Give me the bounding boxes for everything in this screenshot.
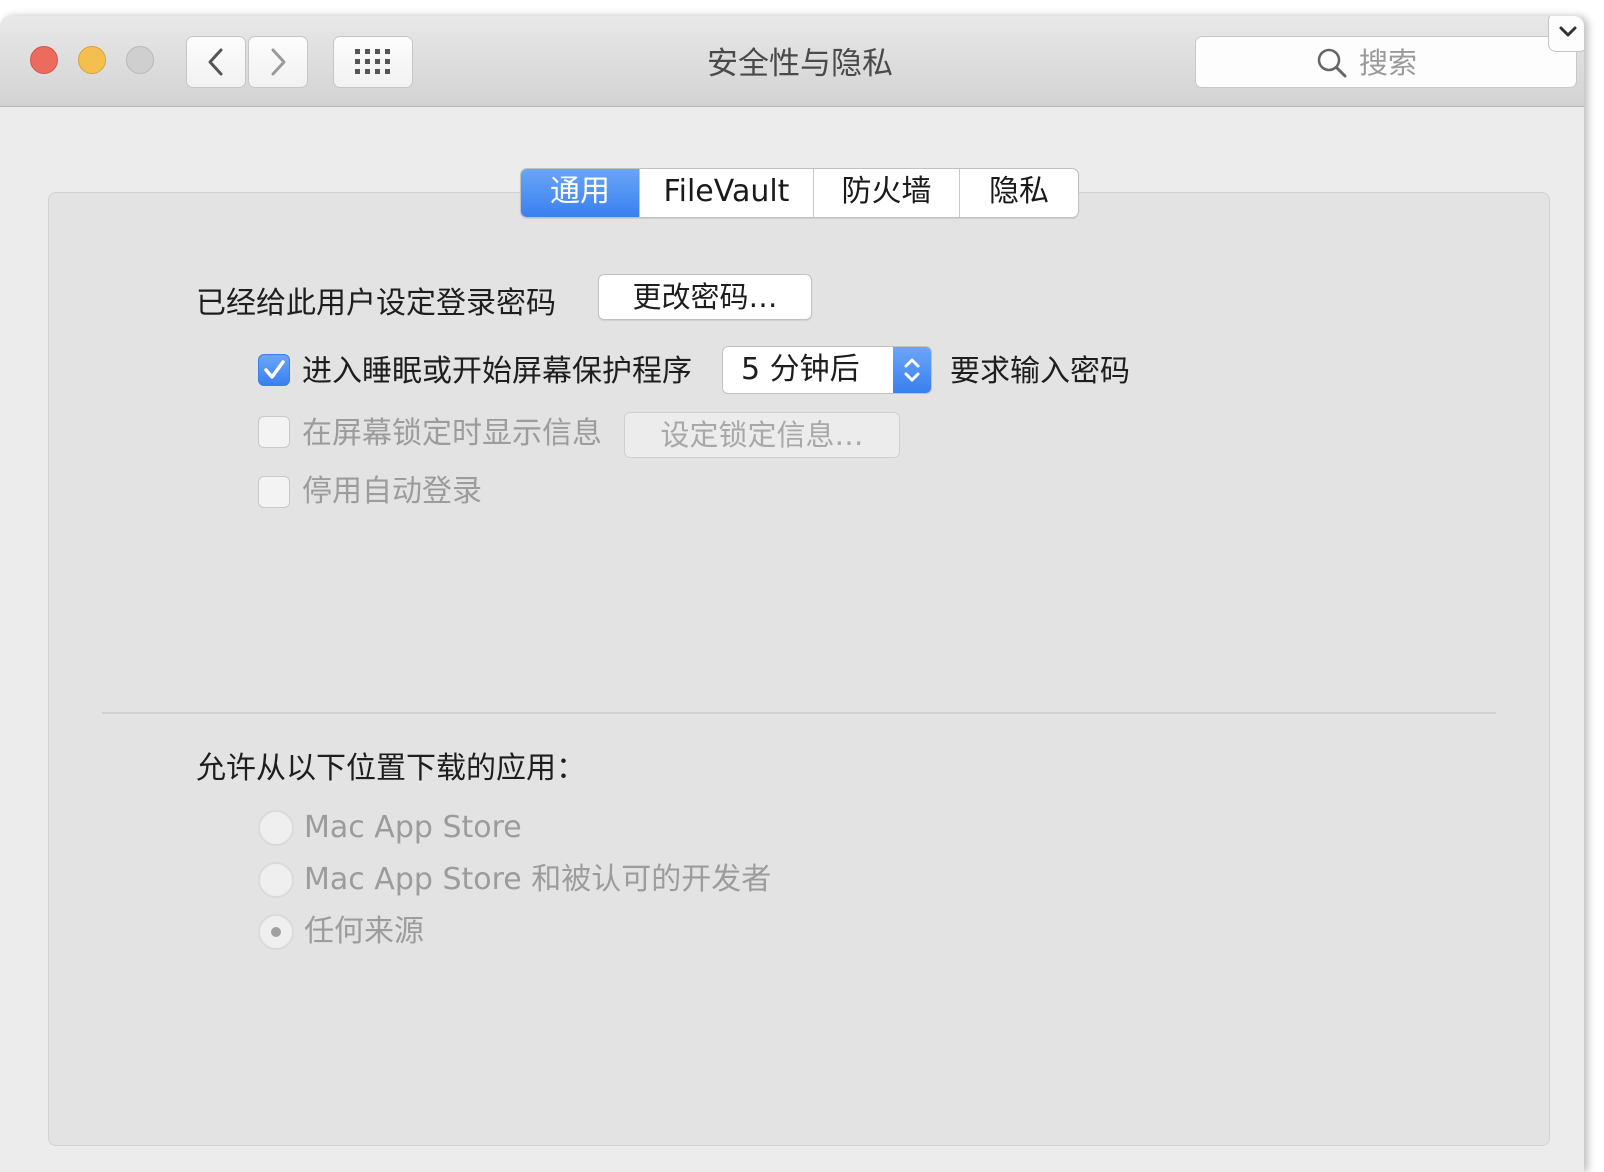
grid-icon bbox=[355, 49, 390, 74]
require-password-suffix: 要求输入密码 bbox=[950, 354, 1130, 389]
chevron-down-icon bbox=[1559, 26, 1577, 37]
window-dropdown-button[interactable] bbox=[1548, 16, 1584, 52]
checkmark-icon bbox=[264, 360, 285, 379]
title-bar: 安全性与隐私 搜索 bbox=[0, 16, 1584, 107]
forward-chevron-icon bbox=[271, 48, 286, 76]
radio-identified-developers[interactable] bbox=[258, 862, 294, 898]
radio-anywhere-label: 任何来源 bbox=[304, 914, 424, 949]
close-button[interactable] bbox=[30, 46, 58, 74]
require-password-checkbox[interactable] bbox=[258, 354, 290, 386]
zoom-button[interactable] bbox=[126, 46, 154, 74]
tab-privacy[interactable]: 隐私 bbox=[960, 169, 1078, 217]
radio-selected-dot bbox=[271, 927, 281, 937]
password-set-label: 已经给此用户设定登录密码 bbox=[196, 286, 556, 321]
search-field[interactable]: 搜索 bbox=[1195, 36, 1577, 88]
show-message-checkbox[interactable] bbox=[258, 416, 290, 448]
content-panel bbox=[48, 192, 1550, 1146]
radio-identified-developers-label: Mac App Store 和被认可的开发者 bbox=[304, 862, 772, 897]
radio-anywhere[interactable] bbox=[258, 914, 294, 950]
disable-autologin-checkbox[interactable] bbox=[258, 476, 290, 508]
updown-arrows-icon bbox=[904, 358, 920, 382]
radio-mac-app-store-label: Mac App Store bbox=[304, 810, 522, 845]
preferences-window: 安全性与隐私 搜索 通用 FileVault 防火墙 隐私 已经给此用户设定登录… bbox=[0, 16, 1584, 1172]
tab-general[interactable]: 通用 bbox=[521, 169, 640, 217]
back-chevron-icon bbox=[208, 48, 223, 76]
section-divider bbox=[102, 712, 1496, 714]
radio-mac-app-store[interactable] bbox=[258, 810, 294, 846]
tab-firewall[interactable]: 防火墙 bbox=[814, 169, 960, 217]
show-all-button[interactable] bbox=[333, 36, 413, 88]
change-password-button[interactable]: 更改密码… bbox=[598, 274, 812, 320]
tab-filevault[interactable]: FileVault bbox=[640, 169, 814, 217]
disable-autologin-label: 停用自动登录 bbox=[302, 474, 482, 509]
window-title: 安全性与隐私 bbox=[707, 46, 893, 82]
set-lock-message-button[interactable]: 设定锁定信息… bbox=[624, 412, 900, 458]
select-arrows bbox=[893, 347, 931, 393]
password-delay-value: 5 分钟后 bbox=[741, 352, 860, 387]
password-delay-select[interactable]: 5 分钟后 bbox=[722, 346, 932, 394]
search-icon bbox=[1317, 48, 1347, 78]
require-password-label: 进入睡眠或开始屏幕保护程序 bbox=[302, 354, 692, 389]
show-message-label: 在屏幕锁定时显示信息 bbox=[302, 416, 602, 451]
minimize-button[interactable] bbox=[78, 46, 106, 74]
forward-button[interactable] bbox=[248, 36, 308, 88]
search-placeholder: 搜索 bbox=[1359, 46, 1418, 80]
back-button[interactable] bbox=[186, 36, 246, 88]
tab-bar: 通用 FileVault 防火墙 隐私 bbox=[520, 168, 1079, 218]
downloads-heading: 允许从以下位置下载的应用： bbox=[196, 751, 586, 786]
